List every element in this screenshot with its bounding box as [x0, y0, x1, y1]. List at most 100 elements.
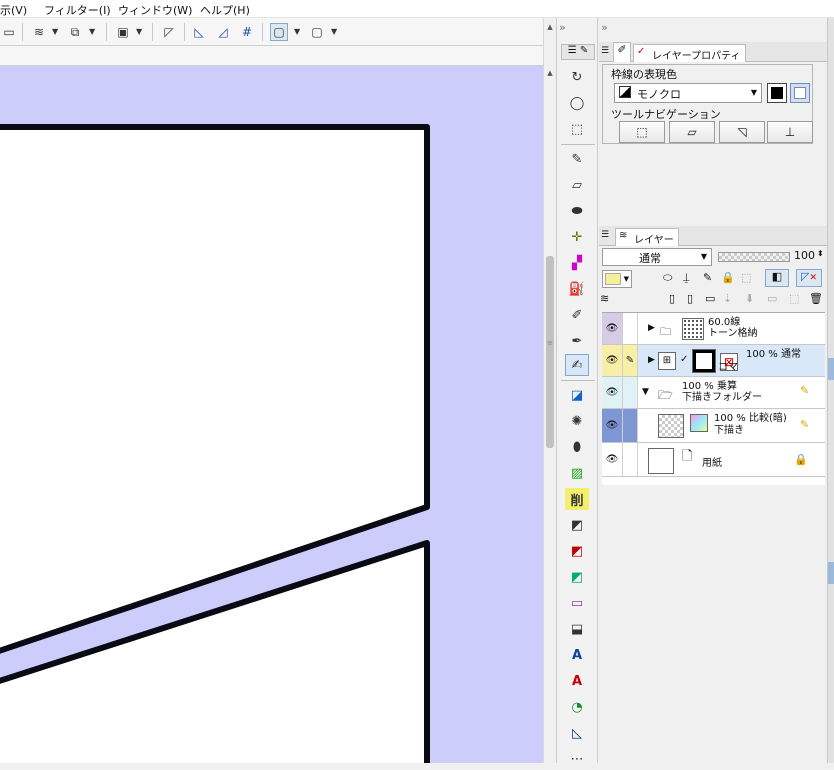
mask-delete-icon[interactable]: ⬚ [789, 292, 799, 305]
menu-window[interactable]: ウィンドウ(W) [118, 2, 192, 18]
expand-icon[interactable]: ▶ [648, 355, 655, 365]
frame-alt-icon[interactable]: ▢ [308, 23, 326, 41]
menu-view[interactable]: 示(V) [0, 2, 27, 18]
panel-nav-button[interactable]: ▱ [669, 121, 715, 143]
bucket-icon[interactable]: ◪ [565, 384, 589, 406]
layers-stack-icon[interactable]: ≋ [600, 292, 609, 305]
gradient-green-icon[interactable]: ◩ [565, 566, 589, 588]
decoration-icon[interactable]: ✒ [565, 330, 589, 352]
frame-icon[interactable]: ▢ [270, 23, 288, 41]
white-color-swatch[interactable] [790, 83, 810, 103]
opacity-slider[interactable] [718, 252, 790, 262]
airbrush-icon[interactable]: ⛽ [565, 278, 589, 300]
erase-text-icon[interactable]: 削 [565, 488, 589, 510]
layer-row-draft-folder[interactable]: 👁 ▼ 🗁 100 % 乗算 下描きフォルダー ✎ [602, 377, 825, 409]
rect-select-icon[interactable]: ⬚ [565, 118, 589, 140]
ruler-snap-icon[interactable]: ◸ [160, 23, 178, 41]
canvas-vscrollbar[interactable]: ▲ ▲ ≡ [543, 18, 555, 763]
menu-icon[interactable]: ☰ [601, 230, 609, 240]
ruler-display-icon[interactable]: ◸✕ [796, 269, 822, 287]
lock-icon[interactable]: 🔒 [721, 271, 735, 284]
fill-icon[interactable]: ⬬ [565, 200, 589, 222]
transfer-down-icon[interactable]: ⇣ [723, 292, 732, 305]
layer-row-koma[interactable]: 👁 ✎ ▶ ⊞ ✓ ⊠ 100 % 通常 コマ [602, 345, 825, 377]
blend-mode-select[interactable]: 通常 ▼ [602, 248, 712, 266]
gradient-icon[interactable]: ◩ [565, 514, 589, 536]
eye-icon[interactable]: 👁 [602, 313, 622, 344]
text-icon[interactable]: A [565, 644, 589, 666]
gradient-fill-icon[interactable]: ▨ [565, 462, 589, 484]
collapse-icon[interactable]: ▼ [642, 387, 649, 397]
chevron-down-icon[interactable]: ▼ [331, 27, 337, 36]
menu-icon[interactable]: ☰ [601, 46, 609, 56]
layer-new-icon[interactable]: ⧉ [66, 23, 84, 41]
tab-layer[interactable]: ≋ レイヤー [615, 228, 679, 246]
reference-icon[interactable]: ⍊ [683, 271, 690, 285]
clip-icon[interactable]: ⬭ [663, 271, 672, 285]
chevron-down-icon[interactable]: ▼ [89, 27, 95, 36]
layer-edit-cell[interactable] [622, 443, 638, 476]
pen-edit-icon[interactable]: ✎ [622, 345, 638, 376]
new-vector-layer-icon[interactable]: ▯ [687, 292, 693, 305]
scroll-up-icon[interactable]: ▲ [545, 22, 555, 32]
lasso-icon[interactable]: ◯ [565, 92, 589, 114]
layer-row-draft[interactable]: 👁 100 % 比較(暗) 下描き ✎ [602, 409, 825, 443]
more-tools-icon[interactable]: ⋯ [565, 748, 589, 770]
eraser-icon[interactable]: ▱ [565, 174, 589, 196]
draft-icon[interactable]: ✎ [703, 271, 712, 284]
new-layer-icon[interactable]: ▯ [669, 292, 675, 305]
eye-icon[interactable]: 👁 [602, 409, 622, 442]
tab-layer-property[interactable]: ✓ レイヤープロパティ [633, 44, 746, 62]
chevron-down-icon[interactable]: ▼ [52, 27, 58, 36]
canvas[interactable] [0, 66, 543, 763]
frame-tool-icon[interactable]: ✍ [565, 354, 589, 376]
layer-edit-cell[interactable] [622, 313, 638, 344]
brush-icon[interactable]: ✐ [565, 304, 589, 326]
eye-icon[interactable]: 👁 [602, 345, 622, 376]
tool-tab[interactable]: ☰ ✎ [561, 44, 595, 60]
balloon-icon[interactable]: ◔ [565, 696, 589, 718]
layers-stack-icon[interactable]: ≋ [30, 23, 48, 41]
mask-icon[interactable]: ◧ [765, 269, 789, 287]
color-mode-select[interactable]: モノクロ ▼ [614, 83, 762, 103]
collapse-icon[interactable]: » [601, 21, 608, 34]
lock-alpha-icon[interactable]: ⬚ [741, 271, 751, 284]
object-nav-button[interactable]: ◹ [719, 121, 765, 143]
tool-property-tab-icon[interactable]: ✐ [613, 42, 631, 62]
layer-row-paper[interactable]: 👁 🗋 用紙 🔒 [602, 443, 825, 477]
chevron-down-icon[interactable]: ▼ [136, 27, 142, 36]
selection-icon[interactable]: ▣ [114, 23, 132, 41]
gradient-red-icon[interactable]: ◩ [565, 540, 589, 562]
pen-icon[interactable]: ✎ [565, 148, 589, 170]
snap-ruler-icon[interactable]: ◺ [190, 23, 208, 41]
rectangle-icon[interactable]: ▭ [565, 592, 589, 614]
expand-icon[interactable]: ▶ [648, 323, 655, 333]
chevron-down-icon[interactable]: ▼ [294, 27, 300, 36]
mask-apply-icon[interactable]: ▭ [767, 292, 777, 305]
layer-edit-cell[interactable] [622, 409, 638, 442]
trash-icon[interactable]: 🗑 [809, 292, 823, 305]
merge-icon[interactable]: ⬇ [745, 292, 754, 305]
blob-icon[interactable]: ✺ [565, 410, 589, 432]
scroll-thumb[interactable] [546, 256, 554, 448]
cube-nav-button[interactable]: ⬚ [619, 121, 665, 143]
snap-special-ruler-icon[interactable]: ◿ [214, 23, 232, 41]
auto-select-icon[interactable]: ▞ [565, 252, 589, 274]
move-icon[interactable]: ✛ [565, 226, 589, 248]
eye-icon[interactable]: 👁 [602, 377, 622, 408]
collapse-icon[interactable]: » [559, 21, 566, 34]
black-color-swatch[interactable] [767, 83, 787, 103]
layer-color-select[interactable]: ▼ [602, 270, 632, 288]
menu-help[interactable]: ヘルプ(H) [200, 2, 250, 18]
opacity-value[interactable]: 100 [794, 249, 815, 262]
snap-grid-icon[interactable]: # [238, 23, 256, 41]
rotate-icon[interactable]: ↻ [565, 66, 589, 88]
layer-row-tone[interactable]: 👁 ▶ 🗀 60.0線 トーン格納 [602, 313, 825, 345]
layer-edit-cell[interactable] [622, 377, 638, 408]
new-folder-icon[interactable]: ▭ [705, 292, 715, 305]
text-red-icon[interactable]: A [565, 670, 589, 692]
ruler-nav-button[interactable]: ⊥ [767, 121, 813, 143]
scroll-up-icon[interactable]: ▲ [545, 68, 555, 78]
folder-icon[interactable]: ▭ [0, 23, 18, 41]
spin-icon[interactable]: ⬍ [817, 249, 824, 258]
